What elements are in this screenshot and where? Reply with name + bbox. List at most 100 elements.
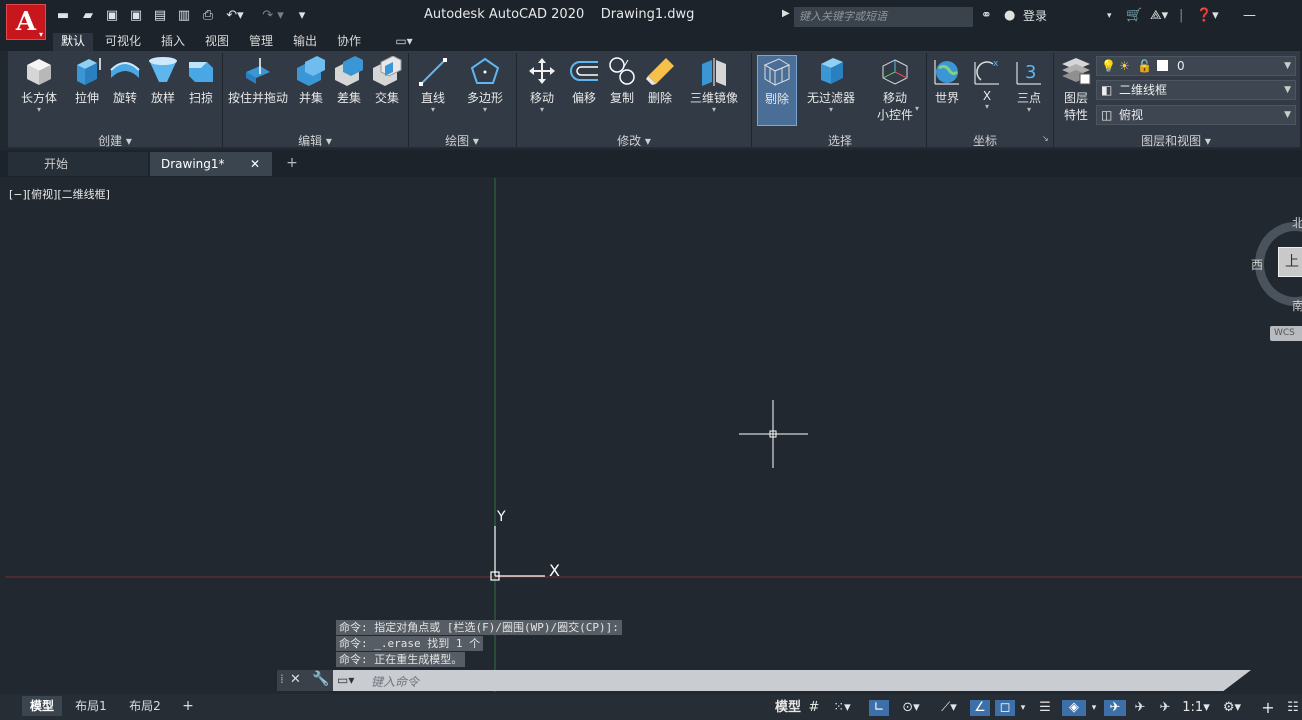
open-folder-icon[interactable]: ▰ — [80, 9, 96, 23]
compass-west[interactable]: 西 — [1251, 256, 1263, 273]
wcs-menu[interactable]: WCS — [1270, 326, 1302, 341]
chevron-down-icon[interactable]: ▾ — [1017, 700, 1029, 716]
extrude-button[interactable]: 拉伸 — [70, 56, 104, 106]
chevron-down-icon[interactable]: ▾ — [1088, 700, 1100, 716]
a360-icon[interactable]: ⟁▾ — [1150, 8, 1168, 24]
chevron-right-icon[interactable]: ▶ — [782, 8, 790, 19]
presspull-button[interactable]: 按住并拖动 — [227, 56, 289, 106]
panel-title-create[interactable]: 创建 ▾ — [80, 132, 150, 149]
chevron-down-icon[interactable]: ▾ — [915, 104, 919, 113]
binoculars-icon[interactable]: ⚭ — [981, 8, 992, 24]
tab-output[interactable]: 输出 — [288, 33, 322, 51]
model-space-button[interactable]: 模型 — [773, 700, 803, 716]
panel-title-layers-views[interactable]: 图层和视图 ▾ — [1126, 132, 1226, 149]
snap-icon[interactable]: ⁙▾ — [829, 700, 855, 716]
minimize-icon[interactable]: — — [1243, 8, 1256, 24]
add-layout-plus-icon[interactable]: + — [178, 696, 198, 716]
sweep-button[interactable]: 扫掠 — [184, 56, 218, 106]
x-rotate-ucs-button[interactable]: x X ▾ — [970, 56, 1004, 111]
copy-button[interactable]: 复制 — [605, 56, 639, 106]
move-button[interactable]: 移动 ▾ — [525, 56, 559, 114]
layer-color-swatch[interactable] — [1157, 60, 1168, 71]
culling-button[interactable]: 剔除 — [757, 55, 797, 126]
line-button[interactable]: 直线 ▾ — [416, 56, 450, 114]
viewcube-top-face[interactable]: 上 — [1278, 247, 1302, 277]
object-snap-icon[interactable]: ◻ — [995, 700, 1015, 716]
open-web-icon[interactable]: ▤ — [152, 9, 168, 23]
application-menu-button[interactable]: A ▾ — [6, 4, 46, 40]
object-snap-tracking-icon[interactable]: ∠ — [970, 700, 990, 716]
grid-icon[interactable]: # — [805, 700, 823, 716]
move-gizmo-button[interactable]: 移动 小控件 — [875, 56, 915, 123]
customize-toolbar-icon[interactable]: ▾ — [294, 9, 310, 23]
tab-view[interactable]: 视图 — [200, 33, 234, 51]
loft-button[interactable]: 放样 — [146, 56, 180, 106]
isodraft-icon[interactable]: ⟋▾ — [931, 700, 967, 716]
gear-icon[interactable]: ⚙▾ — [1217, 700, 1247, 716]
customize-status-icon[interactable]: ☷ — [1284, 700, 1302, 716]
new-file-icon[interactable]: ▬ — [55, 9, 71, 23]
new-tab-plus-icon[interactable]: + — [281, 155, 303, 175]
erase-button[interactable]: 删除 — [643, 56, 677, 106]
dialog-launcher-icon[interactable]: ↘ — [1042, 134, 1049, 143]
grip-handle-icon[interactable]: ⁞ — [280, 672, 284, 686]
compass-south[interactable]: 南 — [1292, 297, 1302, 314]
panel-title-draw[interactable]: 绘图 ▾ — [427, 132, 497, 149]
intersect-button[interactable]: 交集 — [370, 56, 404, 106]
chevron-down-icon[interactable]: ▾ — [1107, 8, 1112, 24]
tab-collaborate[interactable]: 协作 — [332, 33, 366, 51]
tab-model[interactable]: 模型 — [22, 696, 62, 716]
offset-button[interactable]: 偏移 — [567, 56, 601, 106]
panel-title-edit[interactable]: 编辑 ▾ — [280, 132, 350, 149]
redo-icon[interactable]: ↷ ▾ — [258, 9, 288, 23]
tab-default[interactable]: 默认 — [53, 33, 93, 51]
mirror3d-button[interactable]: 三维镜像 ▾ — [689, 56, 739, 114]
subtract-button[interactable]: 差集 — [332, 56, 366, 106]
compass-north[interactable]: 北 — [1292, 214, 1302, 231]
world-ucs-button[interactable]: 世界 — [930, 56, 964, 106]
annotation-scale-icon[interactable]: ✈ — [1155, 700, 1175, 716]
save-icon[interactable]: ▣ — [104, 9, 120, 23]
close-icon[interactable]: ✕ — [250, 152, 260, 176]
tab-layout1[interactable]: 布局1 — [70, 696, 112, 716]
annotation-autoscale-icon[interactable]: ✈ — [1130, 700, 1150, 716]
three-point-ucs-button[interactable]: 3 三点 ▾ — [1012, 56, 1046, 114]
save-web-icon[interactable]: ▥ — [176, 9, 192, 23]
tab-insert[interactable]: 插入 — [156, 33, 190, 51]
polygon-button[interactable]: 多边形 ▾ — [464, 56, 506, 114]
save-as-icon[interactable]: ▣ — [128, 9, 144, 23]
tab-start[interactable]: 开始 — [8, 152, 148, 176]
visual-style-dropdown[interactable]: ◧ 二维线框 ▼ — [1096, 80, 1296, 100]
plus-icon[interactable]: + — [1258, 700, 1278, 716]
viewport-controls[interactable]: [−][俯视][二维线框] — [9, 186, 110, 202]
wrench-icon[interactable]: 🔧 — [312, 671, 329, 687]
revolve-button[interactable]: 旋转 — [108, 56, 142, 106]
login-button[interactable]: 登录 — [1023, 8, 1047, 24]
annotation-visibility-icon[interactable]: ✈ — [1104, 700, 1126, 716]
command-input[interactable] — [333, 670, 1251, 691]
undo-icon[interactable]: ↶▾ — [224, 9, 246, 23]
search-input[interactable]: 键入关键字或短语 — [794, 7, 973, 27]
user-icon[interactable]: ● — [1004, 8, 1015, 24]
view-dropdown[interactable]: ◫ 俯视 ▼ — [1096, 105, 1296, 125]
close-icon[interactable]: ✕ — [290, 672, 301, 687]
tab-layout2[interactable]: 布局2 — [124, 696, 166, 716]
union-button[interactable]: 并集 — [294, 56, 328, 106]
cart-icon[interactable]: 🛒 — [1126, 8, 1142, 24]
print-icon[interactable]: ⎙ — [200, 9, 216, 23]
box-button[interactable]: 长方体 ▾ — [20, 56, 58, 114]
command-prompt-icon[interactable]: ▭▾ — [337, 673, 354, 687]
sun-icon[interactable]: ☀ — [1119, 57, 1130, 75]
layer-properties-button[interactable]: 图层 特性 — [1058, 56, 1094, 123]
tab-visualize[interactable]: 可视化 — [100, 33, 146, 51]
layer-dropdown[interactable]: 💡 ☀ 🔓 0 ▼ — [1096, 56, 1296, 76]
tab-drawing1[interactable]: Drawing1* ✕ — [150, 152, 272, 176]
panel-title-modify[interactable]: 修改 ▾ — [599, 132, 669, 149]
help-icon[interactable]: ❓▾ — [1196, 8, 1219, 24]
ortho-icon[interactable]: ∟ — [869, 700, 889, 716]
transparency-icon[interactable]: ◈ — [1062, 700, 1086, 716]
lightbulb-icon[interactable]: 💡 — [1101, 57, 1116, 75]
ribbon-toggle-icon[interactable]: ▭▾ — [390, 33, 418, 51]
lineweight-icon[interactable]: ☰ — [1035, 700, 1055, 716]
polar-tracking-icon[interactable]: ⊙▾ — [893, 700, 929, 716]
